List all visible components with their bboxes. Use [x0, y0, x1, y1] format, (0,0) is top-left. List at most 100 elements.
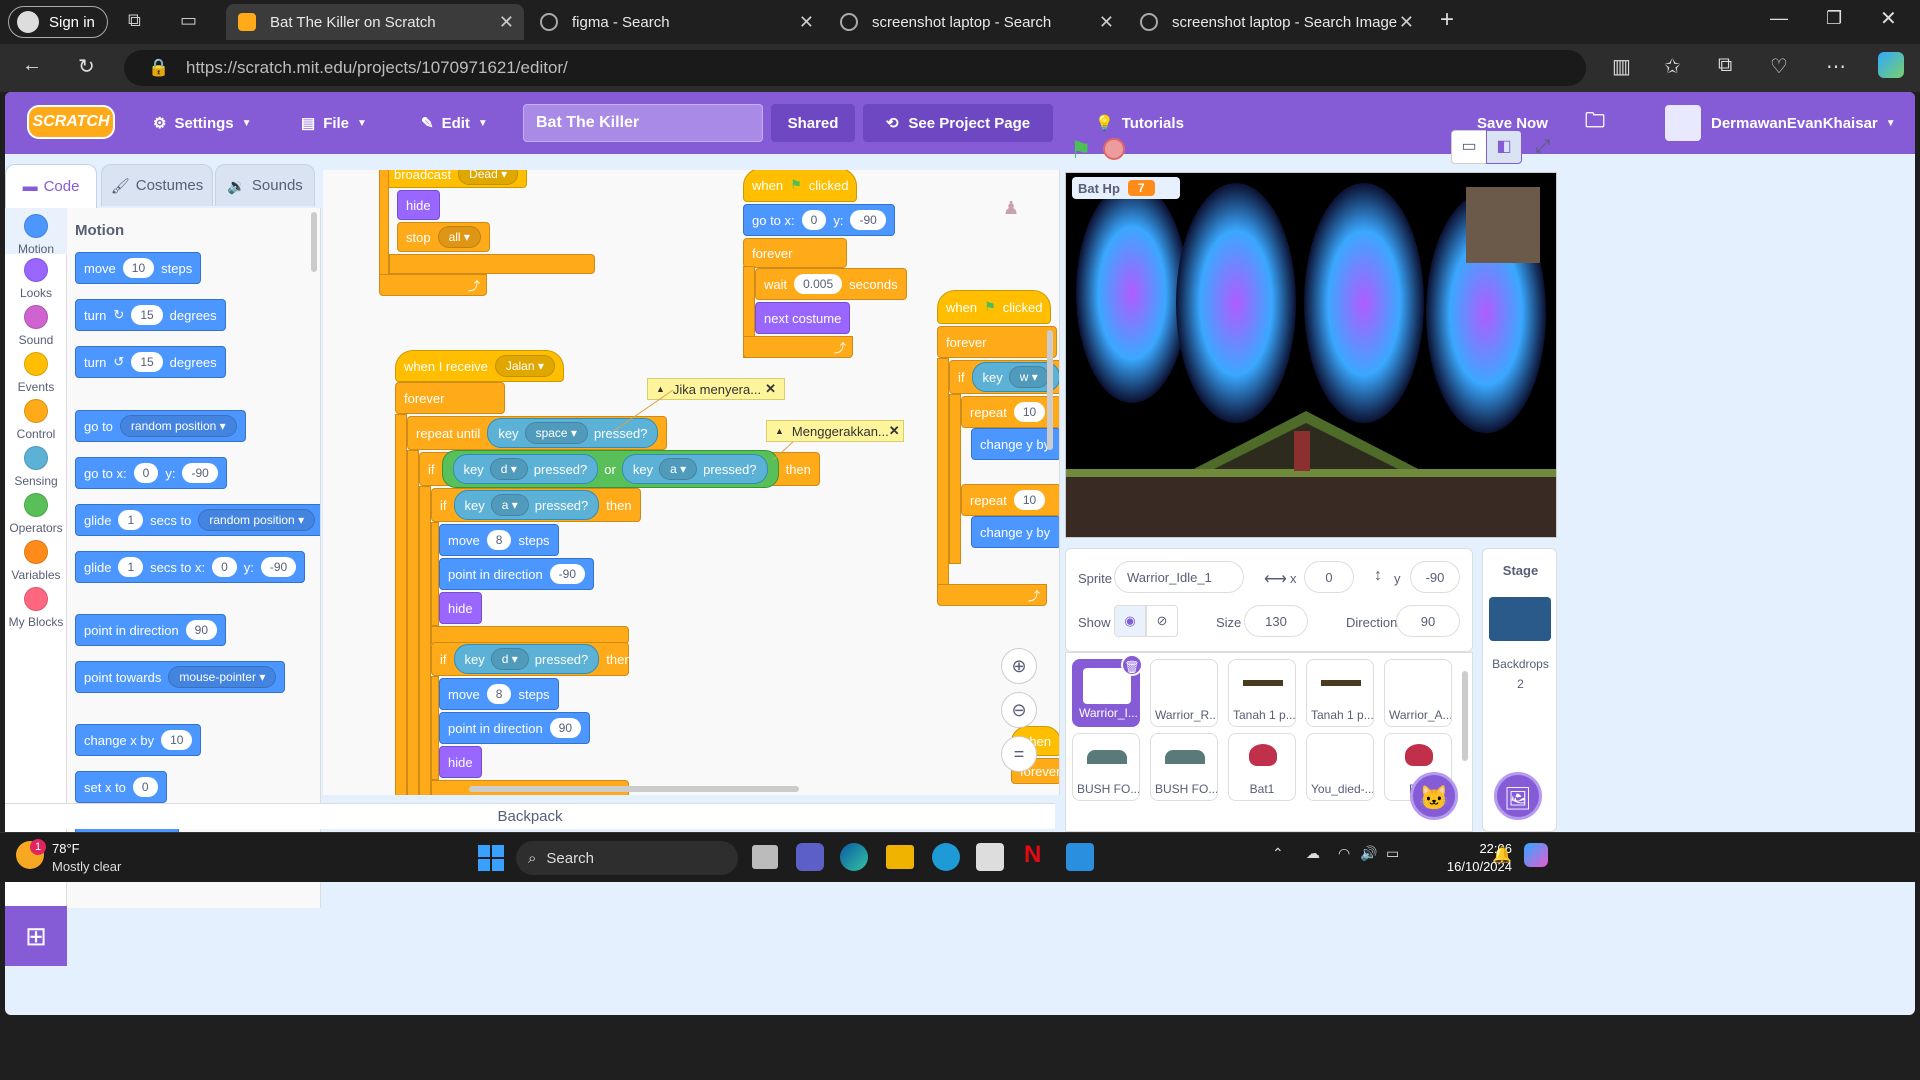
- stage-canvas[interactable]: [1065, 172, 1557, 538]
- chevron-up-icon[interactable]: ⌃: [1272, 845, 1284, 862]
- block-input[interactable]: 8: [486, 684, 512, 704]
- sprite-name-input[interactable]: Warrior_Idle_1: [1114, 561, 1244, 593]
- taskbar-search[interactable]: ⌕ Search: [516, 841, 738, 875]
- block-repeat[interactable]: repeat 10: [961, 396, 1059, 428]
- block-input[interactable]: 10: [122, 258, 155, 278]
- block-next-costume[interactable]: next costume: [755, 302, 851, 334]
- category-control[interactable]: Control: [5, 399, 67, 441]
- edit-menu[interactable]: ✎ Edit ▼: [421, 92, 488, 154]
- hat-when-i-receive[interactable]: when I receive Jalan: [395, 350, 564, 382]
- sprite-tile[interactable]: Warrior_A...: [1384, 659, 1452, 727]
- stop-button[interactable]: [1103, 138, 1125, 160]
- zoom-in-button[interactable]: ⊕: [1001, 648, 1037, 684]
- small-stage-button[interactable]: ▭: [1451, 130, 1487, 164]
- settings-menu[interactable]: ⚙ Settings ▼: [153, 92, 252, 154]
- sprite-tile[interactable]: Warrior_I... 🗑: [1072, 654, 1143, 727]
- account-menu[interactable]: DermawanEvanKhaisar ▼: [1665, 92, 1896, 154]
- split-screen-icon[interactable]: ▥: [1612, 54, 1631, 79]
- block-if-a[interactable]: if keya pressed? then: [431, 488, 641, 522]
- block-input[interactable]: 0: [801, 210, 827, 230]
- show-visible-button[interactable]: ◉: [1114, 605, 1146, 637]
- block-turn-right[interactable]: turn ↻ 15 degrees: [75, 299, 226, 331]
- file-explorer-icon[interactable]: [886, 845, 914, 869]
- block-dropdown[interactable]: all: [437, 226, 481, 248]
- add-extension-button[interactable]: ⊞: [5, 906, 67, 966]
- tab-code[interactable]: ▬ Code: [5, 164, 97, 208]
- block-input[interactable]: -90: [260, 557, 297, 577]
- shared-button[interactable]: Shared: [771, 104, 855, 142]
- block-broadcast[interactable]: broadcast Dead: [385, 170, 528, 188]
- block-forever[interactable]: forever: [743, 238, 847, 268]
- close-icon[interactable]: ✕: [799, 12, 814, 33]
- block-dropdown[interactable]: mouse-pointer: [168, 666, 277, 688]
- block-dropdown[interactable]: w: [1008, 366, 1049, 388]
- tab-screenshot[interactable]: screenshot laptop - Search ✕: [828, 4, 1124, 40]
- category-variables[interactable]: Variables: [5, 540, 67, 582]
- tab-costumes[interactable]: 🖌 Costumes: [101, 164, 213, 206]
- block-forever[interactable]: forever: [395, 382, 505, 414]
- block-point-direction[interactable]: point in direction 90: [439, 712, 591, 744]
- category-operators[interactable]: Operators: [5, 493, 67, 535]
- hat-when-flag-clicked[interactable]: when ⚑ clicked: [937, 290, 1052, 324]
- block-dropdown[interactable]: space: [524, 422, 588, 444]
- block-input[interactable]: 0: [133, 463, 159, 483]
- block-forever[interactable]: forever: [937, 326, 1057, 358]
- block-repeat[interactable]: repeat 10: [961, 484, 1059, 516]
- horizontal-scrollbar[interactable]: [469, 786, 799, 792]
- block-if-d[interactable]: if keyd pressed? then: [431, 642, 632, 676]
- block-input[interactable]: -90: [850, 210, 886, 230]
- my-stuff-icon[interactable]: 🗀: [1585, 92, 1605, 154]
- sensing-key-pressed[interactable]: keyd pressed?: [452, 454, 599, 484]
- block-hide[interactable]: hide: [397, 190, 440, 220]
- edge-icon[interactable]: [840, 843, 868, 871]
- bell-icon[interactable]: 🔔: [1492, 845, 1512, 865]
- green-flag-button[interactable]: ⚑: [1070, 136, 1092, 165]
- vertical-scrollbar[interactable]: [1047, 330, 1053, 450]
- sprite-tile[interactable]: Tanah 1 p...: [1228, 659, 1296, 727]
- trash-icon[interactable]: 🗑: [1121, 654, 1143, 676]
- block-input[interactable]: 1: [118, 557, 144, 577]
- favorites-icon[interactable]: ✩: [1664, 54, 1681, 79]
- category-sensing[interactable]: Sensing: [5, 446, 67, 488]
- volume-icon[interactable]: 🔊: [1360, 845, 1377, 862]
- block-change-x[interactable]: change x by 10: [75, 724, 202, 756]
- tab-screenshot-images[interactable]: screenshot laptop - Search Image ✕: [1128, 4, 1424, 40]
- backpack[interactable]: Backpack: [5, 803, 1055, 829]
- add-backdrop-button[interactable]: 🖼: [1494, 772, 1542, 820]
- close-icon[interactable]: ✕: [1399, 12, 1414, 33]
- block-input[interactable]: -90: [182, 463, 218, 483]
- block-go-to[interactable]: go to random position: [75, 410, 246, 442]
- task-view-icon[interactable]: [752, 845, 778, 869]
- show-hidden-button[interactable]: ⊘: [1146, 605, 1178, 637]
- direction-input[interactable]: 90: [1396, 605, 1460, 637]
- copilot-icon[interactable]: [1524, 843, 1548, 867]
- tab-sounds[interactable]: 🔉 Sounds: [215, 164, 315, 206]
- close-icon[interactable]: ✕: [889, 423, 900, 439]
- block-input[interactable]: 15: [131, 352, 163, 372]
- collections-icon[interactable]: ⧉: [1718, 54, 1732, 77]
- block-input[interactable]: 8: [486, 530, 512, 550]
- block-input[interactable]: 90: [549, 718, 582, 738]
- y-input[interactable]: -90: [1410, 561, 1460, 593]
- block-input[interactable]: 0: [132, 777, 158, 797]
- sensing-key-pressed[interactable]: keya pressed?: [453, 490, 600, 520]
- sprite-list-scrollbar[interactable]: [1462, 671, 1468, 761]
- block-input[interactable]: 90: [185, 620, 218, 640]
- add-sprite-button[interactable]: 🐱: [1410, 772, 1458, 820]
- minimize-icon[interactable]: —: [1770, 8, 1788, 29]
- vscode-icon[interactable]: [1066, 843, 1094, 871]
- netflix-icon[interactable]: N: [1024, 841, 1041, 869]
- large-stage-button[interactable]: ◧: [1486, 130, 1522, 164]
- block-glide[interactable]: glide 1 secs to random position: [75, 504, 320, 536]
- teams-icon[interactable]: [796, 843, 824, 871]
- forever-end[interactable]: ⤴: [379, 274, 487, 296]
- cloud-off-icon[interactable]: ☁: [1306, 845, 1320, 862]
- block-hide[interactable]: hide: [439, 592, 482, 624]
- size-input[interactable]: 130: [1244, 605, 1308, 637]
- sprite-tile[interactable]: BUSH FO...: [1072, 733, 1140, 801]
- block-stop[interactable]: stop all: [397, 222, 490, 252]
- block-point-direction[interactable]: point in direction 90: [75, 614, 227, 646]
- block-point-towards[interactable]: point towards mouse-pointer: [75, 661, 286, 693]
- block-input[interactable]: 10: [1013, 490, 1046, 510]
- block-turn-left[interactable]: turn ↺ 15 degrees: [75, 346, 226, 378]
